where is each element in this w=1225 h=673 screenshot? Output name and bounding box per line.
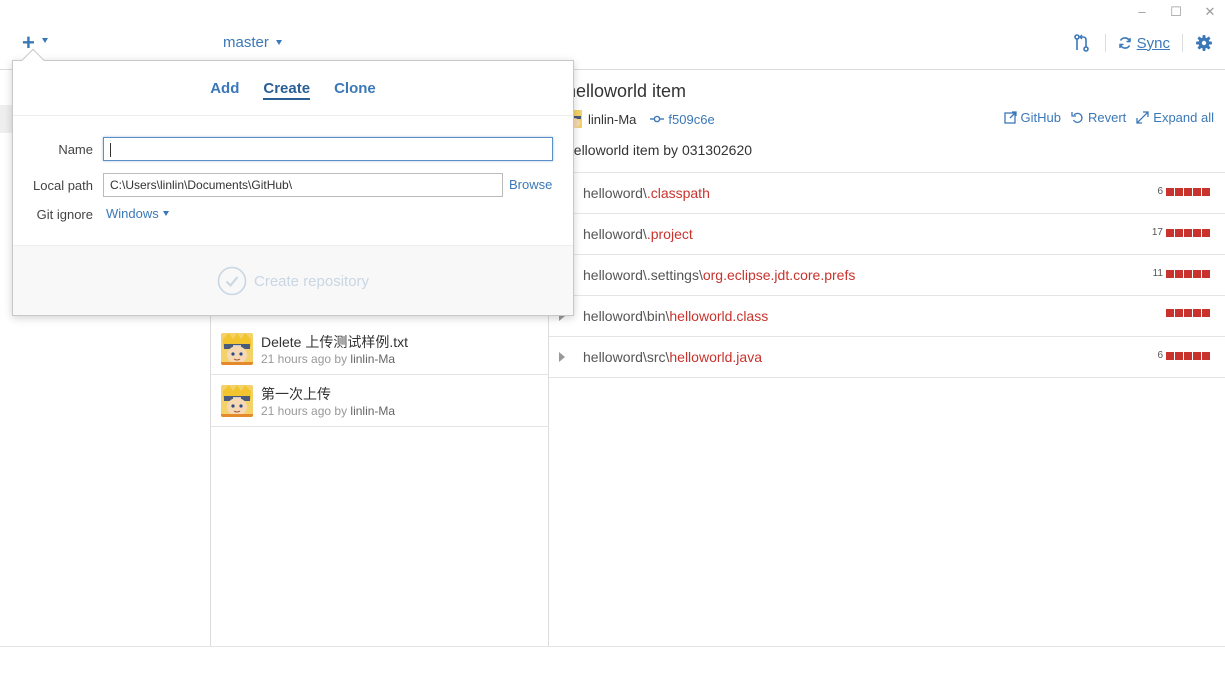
name-row: Name — [13, 137, 573, 161]
create-repository-label: Create repository — [254, 272, 370, 290]
commit-info: linlin-Ma f509c6e — [566, 110, 715, 128]
toolbar-actions: Sync — [1071, 32, 1213, 54]
file-path: helloword\.classpath — [583, 185, 710, 201]
diff-bar — [1166, 309, 1210, 317]
revert-icon — [1071, 112, 1083, 123]
chevron-down-icon — [162, 211, 169, 216]
maximize-button[interactable]: ☐ — [1169, 4, 1183, 20]
expand-all-button[interactable]: Expand all — [1136, 110, 1214, 125]
diff-bar — [1166, 187, 1210, 196]
bottom-divider — [0, 646, 1225, 647]
diff-bar — [1166, 228, 1210, 237]
local-path-label: Local path — [33, 178, 93, 193]
file-row[interactable]: helloword\.settings\org.eclipse.jdt.core… — [549, 255, 1225, 296]
tab-create[interactable]: Create — [263, 80, 311, 100]
commit-sha: f509c6e — [668, 111, 715, 127]
git-ignore-dropdown[interactable]: Windows — [106, 206, 169, 221]
sync-button[interactable]: Sync — [1118, 35, 1170, 52]
commit-title: helloworld item — [566, 81, 687, 101]
commit-meta: 21 hours ago by linlin-Ma — [261, 404, 395, 418]
commit-sha-link[interactable]: f509c6e — [650, 111, 715, 127]
sync-icon — [1118, 37, 1131, 49]
commit-actions: GitHub Revert Expand all — [1003, 110, 1214, 125]
commit-meta: 21 hours ago by linlin-Ma — [261, 352, 395, 366]
expand-icon — [1136, 111, 1149, 124]
commit-message: 第一次上传 — [261, 386, 331, 402]
expand-arrow-icon[interactable] — [559, 352, 565, 362]
tab-add[interactable]: Add — [210, 80, 239, 100]
file-diff-stats: 6 — [1157, 186, 1210, 197]
gear-icon[interactable] — [1195, 34, 1213, 52]
check-circle-icon — [217, 266, 247, 296]
file-row[interactable]: helloword\src\helloworld.java 6 — [549, 337, 1225, 378]
create-repository-button[interactable]: Create repository — [217, 266, 369, 296]
github-icon — [1003, 111, 1017, 124]
commit-message: Delete 上传测试样例.txt — [261, 334, 409, 350]
popover-tabs: Add Create Clone — [13, 80, 573, 100]
github-label: GitHub — [1020, 110, 1061, 125]
commit-icon — [650, 115, 665, 123]
create-repository-popover: Add Create Clone Name Local path C:\User… — [12, 48, 574, 316]
commit-detail-panel: helloworld item linlin-Ma f509c6e GitHub… — [549, 70, 1225, 646]
file-row[interactable]: helloword\bin\helloworld.class — [549, 296, 1225, 337]
file-row[interactable]: helloword\.project 17 — [549, 214, 1225, 255]
file-row[interactable]: helloword\.classpath 6 — [549, 173, 1225, 214]
window-controls: – ☐ ✕ — [1135, 4, 1217, 20]
tab-clone[interactable]: Clone — [334, 80, 376, 100]
change-count: 6 — [1157, 350, 1163, 361]
change-count: 11 — [1152, 268, 1163, 279]
file-diff-stats: 17 — [1152, 227, 1210, 238]
commit-time: 21 hours ago by — [261, 352, 348, 366]
toolbar-divider — [1104, 34, 1106, 52]
branch-name: master — [223, 34, 269, 51]
avatar — [221, 385, 253, 417]
popover-divider — [13, 115, 573, 116]
git-ignore-label: Git ignore — [36, 207, 93, 222]
view-on-github-button[interactable]: GitHub — [1003, 110, 1061, 125]
commit-author: linlin-Ma — [350, 352, 396, 366]
change-count: 17 — [1151, 227, 1163, 238]
change-count: 6 — [1157, 186, 1163, 197]
browse-button[interactable]: Browse — [509, 177, 552, 192]
avatar — [221, 333, 253, 365]
file-diff-stats — [1163, 309, 1210, 317]
github-desktop-window: – ☐ ✕ + master Sync Delete 上传测试样例.txt 21… — [0, 0, 1225, 673]
git-ignore-value: Windows — [106, 206, 159, 221]
file-diff-stats: 6 — [1157, 350, 1210, 361]
file-path: helloword\.project — [583, 226, 693, 242]
commit-author: linlin-Ma — [588, 111, 637, 127]
sync-label: Sync — [1136, 34, 1170, 52]
toolbar-divider — [1182, 34, 1183, 52]
commit-author: linlin-Ma — [350, 404, 396, 418]
commit-time: 21 hours ago by — [261, 404, 348, 418]
minimize-button[interactable]: – — [1135, 4, 1149, 20]
chevron-down-icon — [275, 40, 282, 45]
diff-bar — [1166, 269, 1210, 278]
file-diff-stats: 11 — [1153, 268, 1210, 279]
branch-selector[interactable]: master — [223, 34, 282, 51]
changed-files-list: helloword\.classpath 6 helloword\.projec… — [549, 172, 1225, 378]
diff-bar — [1166, 351, 1210, 360]
history-item[interactable]: Delete 上传测试样例.txt 21 hours ago by linlin… — [211, 323, 549, 375]
expand-all-label: Expand all — [1153, 110, 1214, 125]
popover-footer: Create repository — [13, 245, 573, 315]
repository-name-input[interactable] — [103, 137, 553, 161]
history-item[interactable]: 第一次上传 21 hours ago by linlin-Ma — [211, 375, 549, 427]
local-path-input[interactable]: C:\Users\linlin\Documents\GitHub\ — [103, 173, 503, 197]
git-ignore-row: Git ignore Windows — [13, 202, 573, 226]
name-label: Name — [58, 142, 93, 157]
file-path: helloword\.settings\org.eclipse.jdt.core… — [583, 267, 856, 283]
revert-button[interactable]: Revert — [1071, 110, 1126, 125]
text-cursor — [110, 142, 111, 157]
revert-label: Revert — [1087, 110, 1127, 125]
local-path-row: Local path C:\Users\linlin\Documents\Git… — [13, 173, 573, 197]
pull-request-icon[interactable] — [1071, 32, 1093, 54]
close-button[interactable]: ✕ — [1203, 4, 1217, 20]
file-path: helloword\src\helloworld.java — [583, 349, 762, 365]
file-path: helloword\bin\helloworld.class — [583, 308, 769, 324]
add-dropdown-caret-icon[interactable] — [42, 38, 48, 43]
commit-description: helloworld item by 031302620 — [566, 142, 753, 158]
